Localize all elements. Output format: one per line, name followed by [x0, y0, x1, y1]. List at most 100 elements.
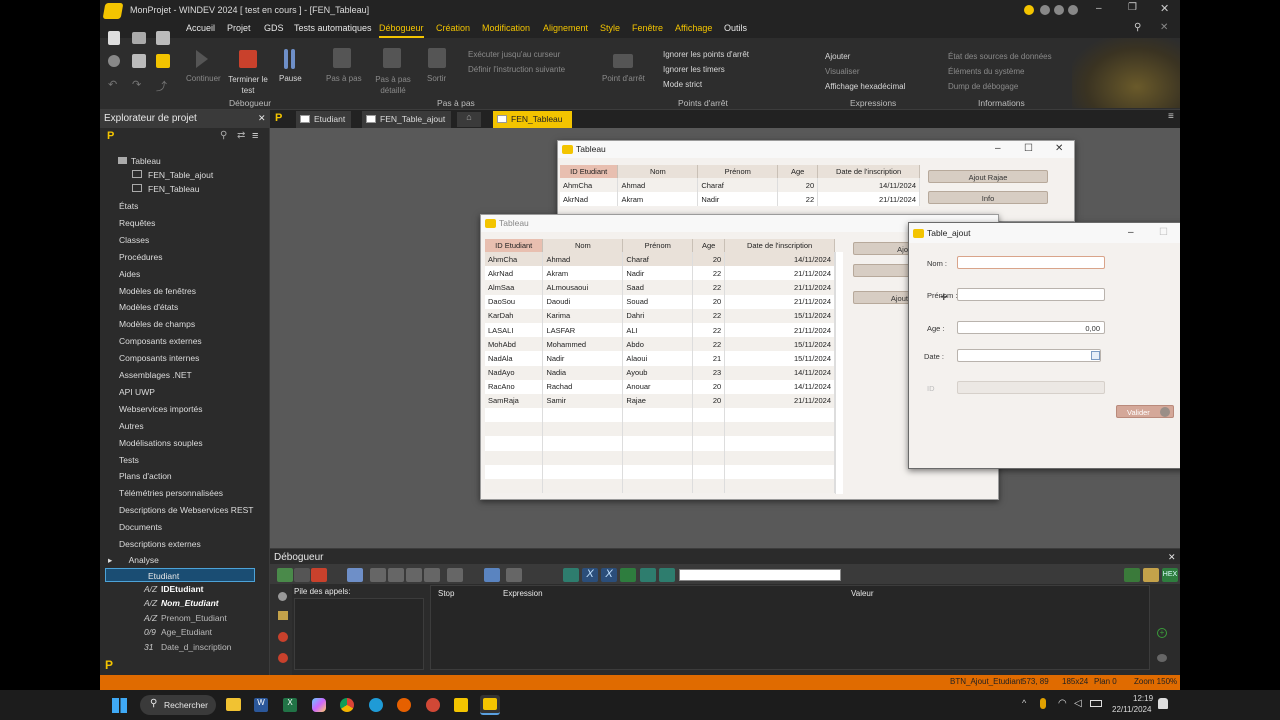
secondary-button[interactable]: [853, 264, 913, 277]
close-icon[interactable]: ✕: [1055, 143, 1063, 154]
table-row[interactable]: AkrNad Akram Nadir 22 21/11/2024: [485, 266, 835, 281]
microphone-icon[interactable]: [1040, 698, 1046, 709]
explorer-item[interactable]: États: [119, 201, 138, 211]
explorer-item[interactable]: Descriptions externes: [119, 539, 201, 549]
word-icon[interactable]: W: [254, 698, 268, 712]
windev-logo-icon[interactable]: [102, 3, 124, 19]
explorer-item[interactable]: Composants internes: [119, 353, 199, 363]
close-icon[interactable]: ✕: [1160, 2, 1169, 15]
breakpoint-dot-icon[interactable]: [278, 592, 287, 601]
explorer-item[interactable]: Télémétries personnalisées: [119, 488, 223, 498]
wifi-icon[interactable]: ◠: [1058, 698, 1067, 709]
menu-gds[interactable]: GDS: [264, 23, 284, 33]
col-stop[interactable]: Stop: [438, 589, 454, 598]
settings-icon[interactable]: [108, 55, 120, 67]
search-icon[interactable]: ⚲: [1134, 22, 1141, 33]
edit-icon[interactable]: [659, 568, 675, 582]
copilot-icon[interactable]: [312, 698, 326, 712]
stop-icon[interactable]: [311, 568, 327, 582]
test-project-icon[interactable]: [156, 54, 170, 68]
col-valeur[interactable]: Valeur: [851, 589, 874, 598]
clock-date[interactable]: 22/11/2024: [1112, 705, 1151, 714]
column-header[interactable]: Nom: [542, 239, 624, 252]
menu-fenetre[interactable]: Fenêtre: [632, 23, 663, 33]
continue-icon[interactable]: [294, 568, 310, 582]
stop-test-button[interactable]: Terminer le test: [226, 74, 270, 96]
step-out-icon[interactable]: [406, 568, 422, 582]
table-row[interactable]: AlmSaa ALmousaoui Saad 22 21/11/2024: [485, 280, 835, 295]
tab-etudiant[interactable]: Etudiant: [296, 111, 352, 128]
explorer-item[interactable]: API UWP: [119, 387, 155, 397]
table-row[interactable]: DaoSou Daoudi Souad 20 21/11/2024: [485, 294, 835, 309]
column-header[interactable]: ID Etudiant: [560, 165, 619, 178]
explorer-item[interactable]: Documents: [119, 522, 162, 532]
dock-icon[interactable]: ⌂: [457, 112, 481, 127]
column-header[interactable]: Age: [692, 239, 726, 252]
explorer-item[interactable]: Descriptions de Webservices REST: [119, 505, 253, 515]
menu-style[interactable]: Style: [600, 23, 620, 33]
step-out-button[interactable]: Sortir: [427, 74, 446, 83]
run-to-cursor-button[interactable]: Exécuter jusqu'au curseur: [468, 50, 560, 59]
table-row[interactable]: AkrNad Akram Nadir 22 21/11/2024: [560, 192, 920, 207]
table-row-empty[interactable]: [485, 408, 835, 423]
explorer-item[interactable]: Tests: [119, 455, 139, 465]
go-to-icon[interactable]: ⤴: [156, 78, 167, 94]
sort-icon[interactable]: ⇄: [237, 130, 245, 141]
table-row[interactable]: MohAbd Mohammed Abdo 22 15/11/2024: [485, 337, 835, 352]
add-expression-button[interactable]: Ajouter: [825, 52, 850, 61]
tab-fen-table-ajout[interactable]: FEN_Table_ajout: [362, 111, 452, 128]
ajout-button[interactable]: Ajo: [853, 242, 913, 255]
table-row[interactable]: KarDah Karima Dahri 22 15/11/2024: [485, 308, 835, 323]
column-header[interactable]: Prénom: [622, 239, 694, 252]
col-expression[interactable]: Expression: [503, 589, 543, 598]
ignore-timers-toggle[interactable]: Ignorer les timers: [663, 65, 725, 74]
undo-icon[interactable]: ↶: [108, 78, 117, 91]
chevron-up-icon[interactable]: ^: [1022, 698, 1026, 708]
variable-x-icon[interactable]: X: [582, 568, 598, 582]
nom-input[interactable]: [957, 256, 1105, 269]
pdf-icon[interactable]: [426, 698, 440, 712]
menu-affichage[interactable]: Affichage: [675, 23, 712, 33]
tree-analyse[interactable]: ▸ Analyse: [108, 555, 159, 566]
menu-modification[interactable]: Modification: [482, 23, 530, 33]
notification-icon[interactable]: [1158, 698, 1168, 709]
view-expression-button[interactable]: Visualiser: [825, 67, 860, 76]
menu-accueil[interactable]: Accueil: [186, 23, 215, 33]
search-icon[interactable]: ⚲: [220, 130, 227, 141]
column-header[interactable]: Age: [777, 165, 819, 178]
expression-combo[interactable]: [679, 569, 841, 581]
file-explorer-icon[interactable]: [226, 698, 241, 711]
battery-icon[interactable]: [1090, 700, 1102, 707]
redo-icon[interactable]: ↷: [132, 78, 141, 91]
stop-icon[interactable]: [239, 50, 257, 68]
tab-fen-tableau[interactable]: FEN_Tableau: [493, 111, 572, 128]
lightning-icon[interactable]: [563, 568, 579, 582]
folder-icon[interactable]: [278, 611, 288, 620]
table-etudiants-background[interactable]: ID Etudiant Nom Prénom Age Date de l'inscrip…: [560, 165, 920, 207]
pause-icon[interactable]: [347, 568, 363, 582]
table-row[interactable]: AhmCha Ahmad Charaf 20 14/11/2024: [560, 178, 920, 193]
valider-button[interactable]: Valider: [1116, 405, 1174, 418]
explorer-item[interactable]: Modèles de champs: [119, 319, 195, 329]
menu-tests-automatiques[interactable]: Tests automatiques: [294, 23, 372, 33]
window-table-ajout[interactable]: Table_ajout – ☐ ✕ Nom : Prénom : Age : 0…: [908, 222, 1180, 469]
step-into-icon[interactable]: [370, 568, 386, 582]
datasource-state-button[interactable]: État des sources de données: [948, 52, 1052, 61]
status-zoom[interactable]: Zoom 150%: [1134, 677, 1177, 686]
save-icon[interactable]: [156, 31, 170, 45]
windev-dev-icon[interactable]: [454, 698, 468, 712]
compile-icon[interactable]: [132, 54, 146, 68]
hex-icon[interactable]: HEX: [1162, 568, 1178, 582]
windows-start-icon[interactable]: [112, 698, 127, 713]
menu-icon[interactable]: ≡: [252, 130, 258, 142]
taskbar-search[interactable]: ⚲ Rechercher: [140, 695, 216, 715]
minimize-icon[interactable]: –: [995, 143, 1001, 154]
table-row-empty[interactable]: [485, 422, 835, 437]
explorer-item[interactable]: Procédures: [119, 252, 162, 262]
field-item[interactable]: 0/9 Age_Etudiant: [144, 627, 212, 637]
tree-fen-tableau[interactable]: FEN_Tableau: [132, 184, 200, 194]
debug-dump-button[interactable]: Dump de débogage: [948, 82, 1018, 91]
open-folder-icon[interactable]: [132, 32, 146, 44]
volume-icon[interactable]: ◁: [1074, 698, 1082, 709]
step-over-icon[interactable]: [388, 568, 404, 582]
